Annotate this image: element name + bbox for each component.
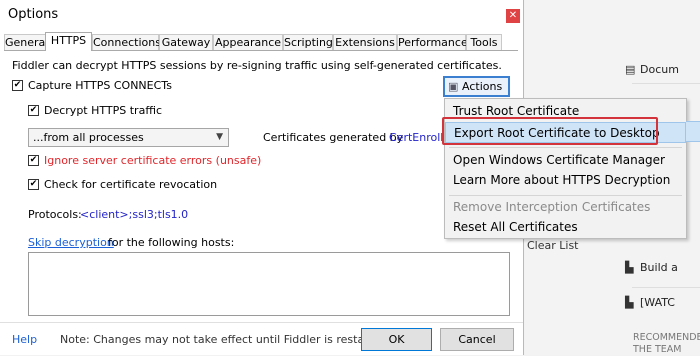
menu-item-learn-more[interactable]: Learn More about HTTPS Decryption (445, 170, 686, 191)
tab-gateway[interactable]: Gateway (159, 34, 213, 50)
actions-button[interactable]: ▣ Actions (443, 76, 510, 97)
ignore-errors-label: Ignore server certificate errors (unsafe… (44, 154, 262, 167)
skip-decryption-label: for the following hosts: (108, 236, 235, 249)
restart-note: Note: Changes may not take effect until … (60, 333, 391, 346)
menu-separator (449, 147, 682, 148)
dialog-title: Options (8, 7, 59, 22)
bg-row-build[interactable]: Build a (640, 261, 678, 274)
tab-tools[interactable]: Tools (466, 34, 502, 50)
bg-divider (632, 83, 700, 84)
bg-row-docs[interactable]: Docum (640, 63, 679, 76)
certs-generator-value: CertEnroll (389, 131, 444, 144)
recommend-text: RECOMMENDE THE TEAM (633, 332, 700, 355)
ok-button[interactable]: OK (361, 328, 432, 351)
menu-item-open-cert-manager[interactable]: Open Windows Certificate Manager (445, 150, 686, 171)
tab-https[interactable]: HTTPS (45, 32, 92, 51)
decrypt-https-checkbox[interactable]: ✔ (28, 105, 39, 116)
check-revocation-label: Check for certificate revocation (44, 178, 218, 191)
check-revocation-checkbox[interactable]: ✔ (28, 179, 39, 190)
protocols-label: Protocols: (28, 208, 82, 221)
menu-highlight-extension (686, 121, 700, 142)
build-icon: ▙ (625, 261, 634, 274)
highlight-annotation-box (442, 117, 658, 145)
chevron-down-icon: ▼ (216, 132, 223, 142)
title-bar[interactable]: Options ✕ (0, 0, 523, 30)
menu-item-remove-certs: Remove Interception Certificates (453, 200, 651, 214)
help-link[interactable]: Help (12, 333, 37, 346)
clear-list-link[interactable]: Clear List (527, 239, 579, 252)
skip-decryption-link[interactable]: Skip decryption (28, 236, 114, 249)
footer-divider (0, 322, 523, 323)
certs-generated-label: Certificates generated by (263, 131, 404, 144)
document-icon: ▤ (625, 63, 636, 76)
protocols-value[interactable]: <client>;ssl3;tls1.0 (80, 208, 188, 221)
bg-divider (632, 287, 700, 288)
capture-https-label: Capture HTTPS CONNECTs (28, 79, 172, 92)
tab-appearance[interactable]: Appearance (213, 34, 283, 50)
tab-general[interactable]: General (4, 34, 48, 50)
cancel-button[interactable]: Cancel (440, 328, 514, 351)
menu-item-reset-certs[interactable]: Reset All Certificates (445, 217, 686, 238)
certificate-icon: ▣ (448, 80, 459, 93)
bg-row-watch[interactable]: [WATC (640, 296, 675, 309)
ignore-errors-checkbox[interactable]: ✔ (28, 155, 39, 166)
tab-connections[interactable]: Connections (92, 34, 161, 50)
capture-https-checkbox[interactable]: ✔ (12, 80, 23, 91)
process-filter-select[interactable]: ...from all processes ▼ (28, 128, 229, 147)
watch-icon: ▙ (625, 296, 634, 309)
skip-hosts-textarea[interactable] (28, 252, 510, 316)
tab-performance[interactable]: Performance (397, 34, 468, 50)
tab-extensions[interactable]: Extensions (333, 34, 397, 50)
tab-scripting[interactable]: Scripting (283, 34, 333, 50)
menu-separator (449, 195, 682, 196)
https-description: Fiddler can decrypt HTTPS sessions by re… (12, 59, 502, 72)
close-icon[interactable]: ✕ (506, 9, 520, 23)
decrypt-https-label: Decrypt HTTPS traffic (44, 104, 162, 117)
